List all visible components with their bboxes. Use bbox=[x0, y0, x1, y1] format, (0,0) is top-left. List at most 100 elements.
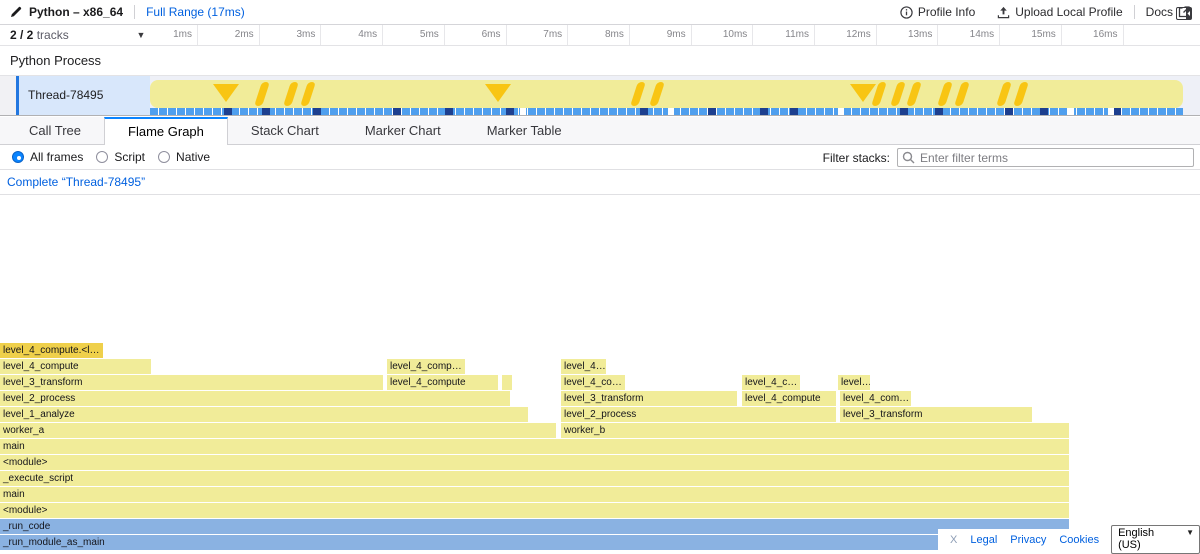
flame-frame-level-2-process[interactable]: level_2_process bbox=[0, 391, 510, 406]
radio-dot-native[interactable] bbox=[158, 151, 170, 163]
marker-band[interactable] bbox=[150, 80, 1183, 108]
flame-frame-level-4[interactable]: level_4… bbox=[561, 359, 606, 374]
flame-frame-run-module-as-main[interactable]: _run_module_as_main bbox=[0, 535, 1069, 550]
flame-frame-level-2-process[interactable]: level_2_process bbox=[561, 407, 836, 422]
marker-slash[interactable] bbox=[954, 82, 970, 106]
privacy-link[interactable]: Privacy bbox=[1010, 534, 1046, 546]
marker-slash[interactable] bbox=[630, 82, 646, 106]
upload-icon bbox=[997, 6, 1010, 19]
breadcrumb-row: Complete “Thread-78495” bbox=[0, 171, 1200, 195]
flame-frame-level-4-compute[interactable]: level_4_compute bbox=[387, 375, 498, 390]
flame-frame-main[interactable]: main bbox=[0, 439, 1069, 454]
info-icon bbox=[900, 6, 913, 19]
tab-marker-chart[interactable]: Marker Chart bbox=[342, 117, 464, 144]
cookies-link[interactable]: Cookies bbox=[1059, 534, 1099, 546]
timeline-ruler[interactable]: 1ms2ms3ms4ms5ms6ms7ms8ms9ms10ms11ms12ms1… bbox=[150, 25, 1200, 45]
sample-dark bbox=[1113, 108, 1121, 115]
marker-slash[interactable] bbox=[1013, 82, 1029, 106]
ruler-tick-5ms: 5ms bbox=[384, 25, 445, 45]
marker-triangle[interactable] bbox=[485, 84, 511, 102]
sample-strip[interactable] bbox=[150, 108, 1183, 115]
marker-triangle[interactable] bbox=[213, 84, 239, 102]
profiler-app: Python – x86_64 Full Range (17ms) Profil… bbox=[0, 0, 1200, 550]
ruler-tick-16ms: 16ms bbox=[1063, 25, 1124, 45]
flame-frame-level-4-c[interactable]: level_4_c… bbox=[742, 375, 800, 390]
radio-dot-all-frames[interactable] bbox=[12, 151, 24, 163]
marker-slash[interactable] bbox=[649, 82, 665, 106]
marker-slash[interactable] bbox=[300, 82, 316, 106]
flame-frame-main[interactable]: main bbox=[0, 487, 1069, 502]
flame-frame-level-3-transform[interactable]: level_3_transform bbox=[561, 391, 737, 406]
sidebar-toggle-icon[interactable] bbox=[1176, 7, 1192, 20]
ruler-tick-8ms: 8ms bbox=[569, 25, 630, 45]
flame-frame-level-4-compute[interactable]: level_4_compute bbox=[742, 391, 836, 406]
tab-call-tree[interactable]: Call Tree bbox=[6, 117, 104, 144]
sample-gap bbox=[668, 108, 674, 115]
flame-frame-level-1-analyze[interactable]: level_1_analyze bbox=[0, 407, 528, 422]
upload-profile-button[interactable]: Upload Local Profile bbox=[997, 5, 1122, 19]
thread-track-label[interactable]: Thread-78495 bbox=[19, 76, 150, 115]
flame-frame-module[interactable]: <module> bbox=[0, 503, 1069, 518]
marker-slash[interactable] bbox=[996, 82, 1012, 106]
ruler-tick-6ms: 6ms bbox=[446, 25, 507, 45]
flame-frame-level-4-compute-l[interactable]: level_4_compute.<l… bbox=[0, 343, 103, 358]
radio-native[interactable]: Native bbox=[158, 150, 210, 164]
flame-frame-level-4-comp[interactable]: level_4_comp… bbox=[387, 359, 465, 374]
ruler-tick-15ms: 15ms bbox=[1001, 25, 1062, 45]
tab-flame-graph[interactable]: Flame Graph bbox=[104, 117, 228, 145]
sample-gap bbox=[1108, 108, 1114, 115]
radio-dot-script[interactable] bbox=[96, 151, 108, 163]
track-python-process[interactable]: Python Process bbox=[0, 47, 1200, 76]
track-thread-78495[interactable]: Thread-78495 bbox=[0, 76, 1200, 116]
flame-frame-run-code[interactable]: _run_code bbox=[0, 519, 1069, 534]
flame-frame-worker-a[interactable]: worker_a bbox=[0, 423, 556, 438]
profile-info-button[interactable]: Profile Info bbox=[900, 5, 975, 19]
marker-slash[interactable] bbox=[254, 82, 270, 106]
tab-marker-table[interactable]: Marker Table bbox=[464, 117, 585, 144]
sample-dark bbox=[790, 108, 798, 115]
sample-dark bbox=[262, 108, 270, 115]
radio-all-frames[interactable]: All frames bbox=[12, 150, 83, 164]
flame-frame-level-3-transform[interactable]: level_3_transform bbox=[0, 375, 383, 390]
radio-script[interactable]: Script bbox=[96, 150, 145, 164]
ruler-tick-12ms: 12ms bbox=[816, 25, 877, 45]
flame-frame-unlabeled[interactable] bbox=[502, 375, 512, 390]
full-range-button[interactable]: Full Range (17ms) bbox=[146, 5, 245, 19]
app-header: Python – x86_64 Full Range (17ms) Profil… bbox=[0, 0, 1200, 25]
edit-pencil-icon[interactable] bbox=[10, 6, 22, 18]
select-chevron-icon: ▼ bbox=[1186, 528, 1194, 537]
sample-dark bbox=[760, 108, 768, 115]
flame-frame-execute-script[interactable]: _execute_script bbox=[0, 471, 1069, 486]
flame-frame-level-4-compute[interactable]: level_4_compute bbox=[0, 359, 151, 374]
panel-tabbar: Call TreeFlame GraphStack ChartMarker Ch… bbox=[0, 117, 1200, 145]
marker-slash[interactable] bbox=[937, 82, 953, 106]
filter-stacks-input[interactable] bbox=[897, 148, 1194, 167]
flame-graph-canvas[interactable]: level_4_compute.<l…level_4_computelevel_… bbox=[0, 195, 1200, 550]
ruler-tick-3ms: 3ms bbox=[260, 25, 321, 45]
legal-link[interactable]: Legal bbox=[970, 534, 997, 546]
flame-frame-level[interactable]: level… bbox=[838, 375, 870, 390]
ruler-tick-14ms: 14ms bbox=[939, 25, 1000, 45]
header-divider bbox=[134, 5, 135, 19]
ruler-tick-10ms: 10ms bbox=[692, 25, 753, 45]
flame-frame-level-4-co[interactable]: level_4_co… bbox=[561, 375, 625, 390]
sample-dark bbox=[393, 108, 401, 115]
x-link[interactable]: X bbox=[950, 534, 957, 546]
marker-slash[interactable] bbox=[283, 82, 299, 106]
marker-slash[interactable] bbox=[906, 82, 922, 106]
header-divider bbox=[1134, 5, 1135, 19]
marker-slash[interactable] bbox=[890, 82, 906, 106]
breadcrumb-complete-thread[interactable]: Complete “Thread-78495” bbox=[7, 171, 145, 194]
timeline-ruler-row: 2 / 2 tracks ▼ 1ms2ms3ms4ms5ms6ms7ms8ms9… bbox=[0, 25, 1200, 46]
filter-stacks-group: Filter stacks: bbox=[823, 148, 1194, 167]
flame-frame-level-3-transform[interactable]: level_3_transform bbox=[840, 407, 1032, 422]
flame-frame-worker-b[interactable]: worker_b bbox=[561, 423, 1069, 438]
tab-stack-chart[interactable]: Stack Chart bbox=[228, 117, 342, 144]
thread-track-timeline[interactable] bbox=[150, 76, 1200, 115]
flame-frame-module[interactable]: <module> bbox=[0, 455, 1069, 470]
flame-frame-level-4-com[interactable]: level_4_com… bbox=[840, 391, 911, 406]
search-icon bbox=[902, 151, 915, 164]
profile-title: Python – x86_64 bbox=[29, 5, 123, 19]
radio-label-all-frames: All frames bbox=[30, 150, 83, 164]
sample-dark bbox=[506, 108, 514, 115]
